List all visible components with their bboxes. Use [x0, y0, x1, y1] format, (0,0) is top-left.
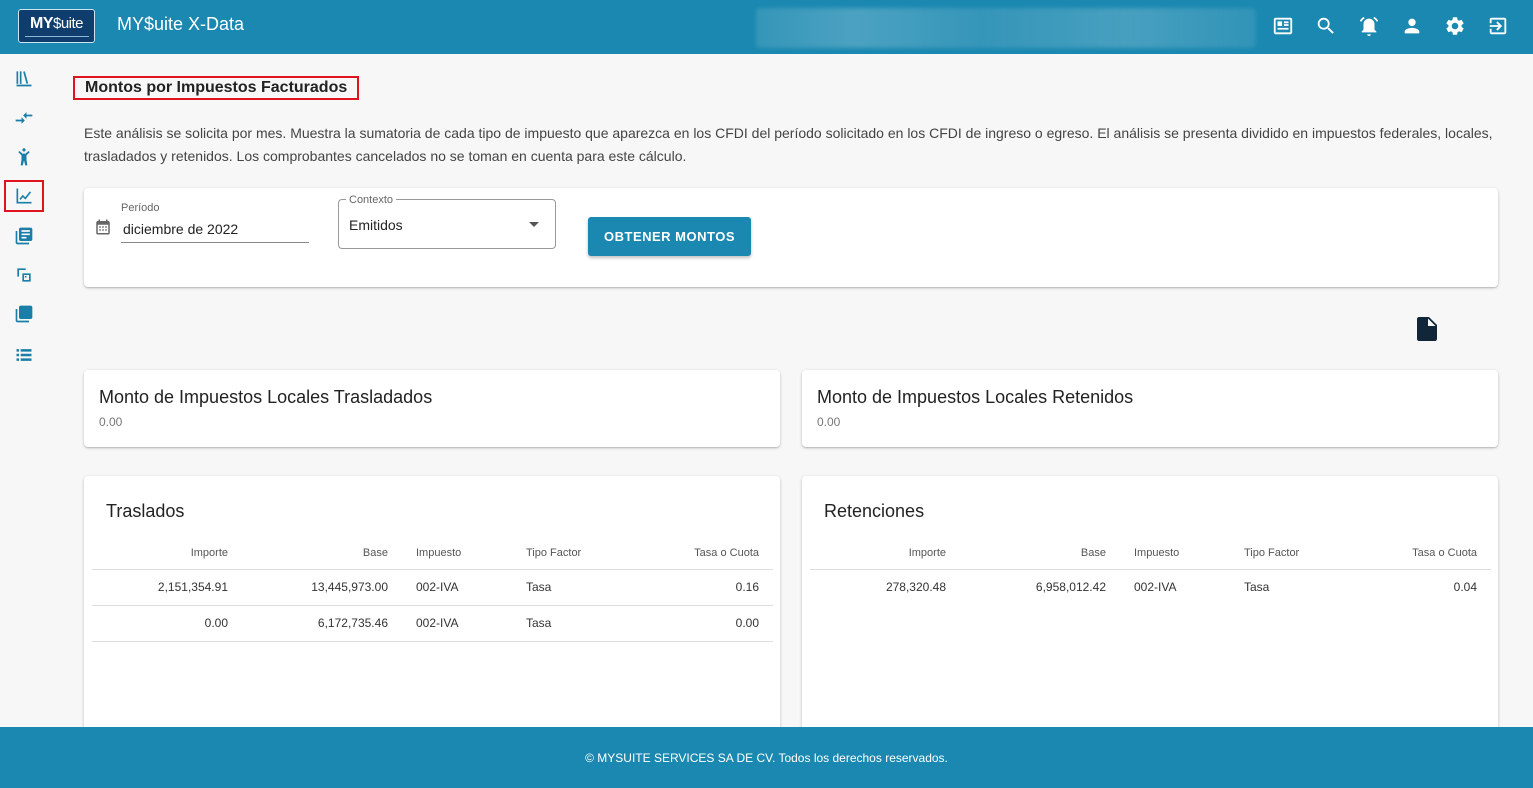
cell-base: 13,445,973.00 — [242, 569, 402, 606]
column-header[interactable]: Impuesto — [402, 538, 512, 570]
cell-tasa: 0.00 — [632, 605, 773, 642]
column-header[interactable]: Importe — [92, 538, 242, 570]
layers-icon — [15, 305, 33, 323]
alarm-icon[interactable] — [1347, 12, 1390, 40]
cell-tasa: 0.04 — [1453, 580, 1477, 595]
chart-icon — [16, 188, 32, 204]
sidebar-item-library[interactable] — [4, 62, 44, 94]
news-icon[interactable] — [1261, 12, 1304, 40]
table-row: 0.00 6,172,735.46 002-IVA Tasa 0.00 — [92, 605, 773, 642]
column-header[interactable]: Impuesto — [1120, 538, 1230, 570]
cell-impuesto: 002-IVA — [402, 605, 512, 642]
traslados-card: Traslados Importe Base Impuesto Tipo Fac… — [84, 476, 780, 736]
periodo-field[interactable]: diciembre de 2022 — [121, 219, 309, 243]
cell-impuesto: 002-IVA — [1134, 580, 1177, 595]
repeat-icon — [17, 268, 31, 282]
contexto-label: Contexto — [346, 194, 397, 206]
retenciones-title: Retenciones — [824, 501, 925, 521]
logout-icon[interactable] — [1476, 12, 1519, 40]
logo-text-bold: MY — [29, 15, 54, 32]
locales-trasladados-title: Monto de Impuestos Locales Trasladados — [99, 387, 433, 407]
sidebar-item-compare[interactable] — [4, 102, 44, 134]
footer-copyright: © MYSUITE SERVICES SA DE CV. Todos los d… — [585, 750, 948, 765]
table-header-row: Importe Base Impuesto Tipo Factor Tasa o… — [92, 538, 773, 570]
locales-retenidos-card: Monto de Impuestos Locales Retenidos 0.0… — [802, 370, 1498, 447]
logo-text-rest: $uite — [52, 15, 84, 32]
blurred-user-info — [756, 8, 1256, 48]
locales-retenidos-value: 0.00 — [817, 415, 841, 429]
search-icon[interactable] — [1304, 12, 1347, 40]
calendar-icon[interactable] — [94, 218, 112, 236]
cell-tipo-factor: Tasa — [512, 605, 632, 642]
column-header[interactable]: Base — [242, 538, 402, 570]
compare-arrows-icon — [15, 112, 33, 124]
cell-tipo-factor: Tasa — [512, 569, 632, 606]
cell-importe: 0.00 — [92, 605, 242, 642]
locales-trasladados-value: 0.00 — [99, 415, 123, 429]
cell-tasa: 0.16 — [632, 569, 773, 606]
mysuite-logo[interactable]: MY$uite — [18, 9, 95, 43]
traslados-table: Importe Base Impuesto Tipo Factor Tasa o… — [92, 538, 773, 642]
sidebar-item-layers[interactable] — [4, 298, 44, 330]
logo-underline — [24, 36, 89, 37]
dropdown-arrow-icon[interactable] — [529, 222, 539, 227]
cell-impuesto: 002-IVA — [402, 569, 512, 606]
footer: © MYSUITE SERVICES SA DE CV. Todos los d… — [0, 727, 1533, 788]
sidebar — [0, 54, 48, 727]
table-row: 2,151,354.91 13,445,973.00 002-IVA Tasa … — [92, 569, 773, 606]
account-icon[interactable] — [1390, 12, 1433, 40]
cell-importe: 278,320.48 — [885, 580, 946, 595]
sidebar-item-person[interactable] — [4, 141, 44, 173]
column-header[interactable]: Importe — [810, 538, 960, 570]
retenciones-table: Importe Base Impuesto Tipo Factor Tasa o… — [810, 538, 1491, 605]
obtener-montos-button[interactable]: OBTENER MONTOS — [588, 217, 751, 256]
page-description: Este análisis se solicita por mes. Muest… — [84, 125, 1493, 164]
person-icon — [18, 148, 30, 166]
sidebar-item-analytics[interactable] — [4, 180, 44, 212]
document-list-icon — [15, 227, 33, 245]
cell-tipo-factor: Tasa — [1244, 580, 1270, 595]
column-header[interactable]: Tasa o Cuota — [632, 538, 773, 570]
sidebar-item-repeat[interactable] — [4, 259, 44, 291]
traslados-title: Traslados — [106, 501, 185, 521]
filter-card: Período diciembre de 2022 Contexto Emiti… — [84, 188, 1498, 287]
cell-importe: 2,151,354.91 — [92, 569, 242, 606]
periodo-label: Período — [121, 202, 160, 214]
export-file-icon[interactable] — [1417, 317, 1437, 341]
library-icon — [16, 71, 32, 87]
settings-icon[interactable] — [1433, 12, 1476, 40]
page-title: Montos por Impuestos Facturados — [85, 79, 348, 96]
column-header[interactable]: Base — [960, 538, 1120, 570]
cell-base: 6,958,012.42 — [1035, 580, 1106, 595]
list-icon — [16, 349, 32, 361]
column-header[interactable]: Tipo Factor — [1230, 538, 1350, 570]
top-app-bar: MY$uite MY$uite X-Data — [0, 0, 1533, 54]
table-row: 278,320.48 6,958,012.42 002-IVA Tasa 0.0… — [810, 569, 1491, 605]
retenciones-card: Retenciones Importe Base Impuesto Tipo F… — [802, 476, 1498, 736]
app-title: MY$uite X-Data — [117, 14, 245, 34]
locales-trasladados-card: Monto de Impuestos Locales Trasladados 0… — [84, 370, 780, 447]
page-title-box: Montos por Impuestos Facturados — [73, 76, 360, 100]
cell-base: 6,172,735.46 — [242, 605, 402, 642]
column-header[interactable]: Tipo Factor — [512, 538, 632, 570]
column-header[interactable]: Tasa o Cuota — [1350, 538, 1491, 570]
contexto-value: Emitidos — [349, 217, 403, 233]
table-header-row: Importe Base Impuesto Tipo Factor Tasa o… — [810, 538, 1491, 570]
sidebar-item-documents[interactable] — [4, 220, 44, 252]
locales-retenidos-title: Monto de Impuestos Locales Retenidos — [817, 387, 1134, 407]
sidebar-item-list[interactable] — [4, 339, 44, 371]
header-actions — [1261, 12, 1519, 40]
